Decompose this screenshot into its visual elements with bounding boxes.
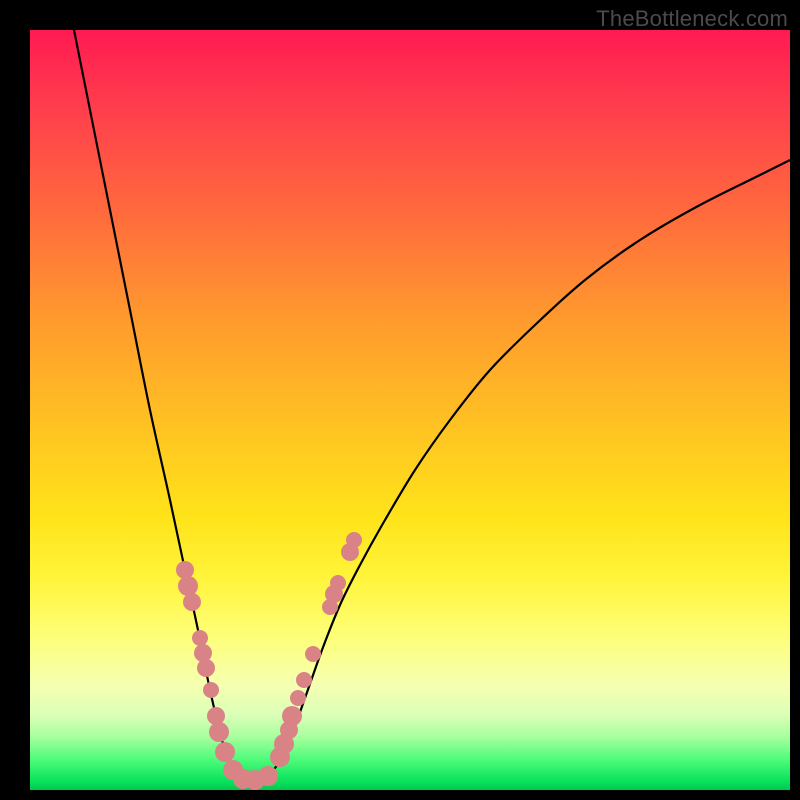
chart-svg xyxy=(30,30,790,790)
chart-plot-area xyxy=(30,30,790,790)
data-bead xyxy=(282,706,302,726)
data-bead xyxy=(215,742,235,762)
data-bead xyxy=(176,561,194,579)
data-bead xyxy=(296,672,312,688)
data-bead xyxy=(258,766,278,786)
bead-cluster xyxy=(176,532,362,790)
bottleneck-curve xyxy=(74,30,790,780)
data-bead xyxy=(194,644,212,662)
data-bead xyxy=(330,575,346,591)
data-bead xyxy=(305,646,321,662)
data-bead xyxy=(207,707,225,725)
data-bead xyxy=(183,593,201,611)
data-bead xyxy=(197,659,215,677)
data-bead xyxy=(346,532,362,548)
data-bead xyxy=(290,690,306,706)
data-bead xyxy=(209,722,229,742)
watermark-text: TheBottleneck.com xyxy=(596,6,788,32)
data-bead xyxy=(178,576,198,596)
data-bead xyxy=(203,682,219,698)
data-bead xyxy=(192,630,208,646)
